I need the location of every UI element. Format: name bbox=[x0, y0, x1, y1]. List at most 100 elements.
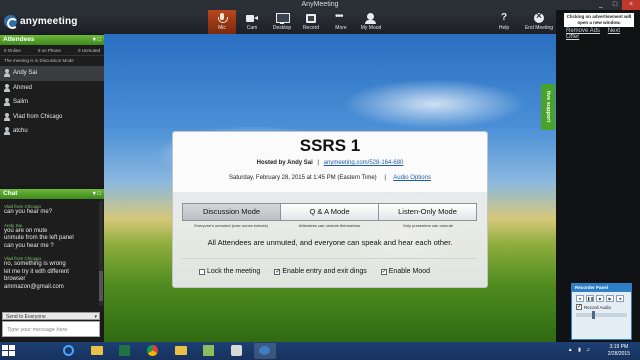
chat-panel-controls[interactable]: ▾ □ bbox=[93, 189, 101, 199]
recorder-panel: Recorder Panel ● ❚❚ ■ ▶ ◄ ✓ Record Audio bbox=[571, 283, 632, 340]
person-icon bbox=[4, 112, 10, 121]
chat-header: Chat ▾ □ bbox=[0, 189, 104, 199]
phone-count: 0 on Phone bbox=[37, 48, 61, 53]
my-mood-button[interactable]: My Mood bbox=[357, 10, 385, 34]
entry-exit-dings-checkbox[interactable]: ✓ bbox=[274, 268, 280, 275]
qa-mode-button[interactable]: Q & A Mode bbox=[281, 204, 379, 220]
mic-button[interactable]: Mic bbox=[208, 10, 236, 34]
taskbar-clock[interactable]: 3:19 PM 2/28/2015 bbox=[608, 344, 630, 357]
rewind-button[interactable]: ◄ bbox=[616, 295, 624, 302]
camera-icon bbox=[246, 13, 258, 24]
desktop-button[interactable]: Desktop bbox=[268, 10, 296, 34]
logo-text: anymeeting bbox=[20, 16, 78, 27]
volume-slider[interactable] bbox=[576, 311, 627, 319]
chat-input[interactable]: Type your message here bbox=[2, 321, 100, 337]
chat-line: no, something is wrong bbox=[4, 261, 66, 267]
chrome-icon[interactable] bbox=[142, 343, 164, 359]
session-card: SSRS 1 Hosted by Andy Sai | anymeeting.c… bbox=[172, 131, 488, 288]
mode-description: Only presenters can unmute bbox=[402, 223, 453, 228]
anymeeting-icon[interactable] bbox=[254, 343, 276, 359]
person-icon bbox=[4, 98, 10, 107]
send-to-select[interactable]: Send to Everyone bbox=[2, 312, 100, 321]
session-date: Saturday, February 28, 2015 at 1:45 PM (… bbox=[229, 175, 377, 181]
attendee-counts: 0 Online 0 on Phone 0 Unmuted bbox=[0, 45, 104, 56]
chat-line: let me try it with different bbox=[4, 268, 69, 275]
paint-icon[interactable] bbox=[226, 343, 248, 359]
meeting-link[interactable]: anymeeting.com/528-164-680 bbox=[324, 160, 404, 166]
end-meeting-button[interactable]: End Meeting bbox=[524, 10, 554, 34]
maximize-button[interactable]: □ bbox=[608, 0, 622, 10]
anymeeting-logo-icon bbox=[4, 15, 18, 29]
window-controls: _ □ × bbox=[594, 0, 640, 10]
chat-title: Chat bbox=[3, 190, 18, 197]
lock-meeting-option[interactable]: Lock the meeting bbox=[199, 268, 260, 275]
attendee-item[interactable]: Andy Sai bbox=[0, 66, 104, 81]
folder-icon[interactable] bbox=[86, 343, 108, 359]
listen-only-mode-button[interactable]: Listen-Only Mode bbox=[379, 204, 476, 220]
end-meeting-label: End Meeting bbox=[524, 25, 554, 31]
attendee-name: Andy Sai bbox=[13, 70, 38, 77]
record-dot-button[interactable]: ● bbox=[576, 295, 584, 302]
minimize-button[interactable]: _ bbox=[594, 0, 608, 10]
clock-date: 2/28/2015 bbox=[607, 350, 630, 357]
enable-mood-checkbox[interactable]: ✓ bbox=[380, 268, 387, 275]
ad-links: Remove Ads Next Offer bbox=[566, 28, 640, 40]
lock-meeting-checkbox[interactable] bbox=[199, 268, 205, 275]
ad-notice: Clicking on advertisement will open a ne… bbox=[564, 13, 634, 27]
attendee-item[interactable]: Salim bbox=[0, 95, 104, 110]
mode-selector: Discussion Mode Q & A Mode Listen-Only M… bbox=[182, 203, 477, 221]
meeting-options: Lock the meeting ✓ Enable entry and exit… bbox=[199, 268, 479, 275]
attendee-name: atchu bbox=[13, 128, 28, 135]
unmuted-count: 0 Unmuted bbox=[77, 48, 100, 53]
record-icon bbox=[305, 13, 317, 24]
recorder-title: Recorder Panel bbox=[572, 284, 631, 292]
entry-exit-dings-option[interactable]: ✓ Enable entry and exit dings bbox=[274, 268, 367, 275]
date-line: Saturday, February 28, 2015 at 1:45 PM (… bbox=[173, 175, 487, 181]
taskbar: ▲ ▮ ♫ 3:19 PM 2/28/2015 bbox=[0, 342, 640, 360]
stop-button[interactable]: ■ bbox=[596, 295, 604, 302]
window-title: AnyMeeting bbox=[301, 1, 339, 8]
mic-label: Mic bbox=[218, 25, 226, 31]
separator: | bbox=[384, 175, 386, 181]
live-support-tab[interactable]: live support bbox=[541, 84, 555, 130]
ie-icon[interactable] bbox=[58, 343, 80, 359]
attendee-name: Ahmed bbox=[13, 84, 33, 91]
lock-meeting-label: Lock the meeting bbox=[207, 268, 261, 275]
excel-icon[interactable] bbox=[114, 343, 136, 359]
recorder-controls: ● ❚❚ ■ ▶ ◄ bbox=[572, 292, 631, 303]
folder-icon[interactable] bbox=[170, 343, 192, 359]
session-title: SSRS 1 bbox=[299, 136, 361, 155]
chat-line: can you hear me ? bbox=[4, 242, 54, 249]
close-button[interactable]: × bbox=[622, 0, 640, 10]
record-button[interactable]: Record bbox=[297, 10, 325, 34]
session-info: SSRS 1 Hosted by Andy Sai | anymeeting.c… bbox=[173, 132, 487, 192]
more-button[interactable]: More bbox=[327, 10, 355, 34]
start-icon[interactable] bbox=[2, 345, 16, 357]
chat-line: browser bbox=[4, 276, 26, 282]
microphone-icon bbox=[216, 13, 228, 24]
attendee-item[interactable]: Vlad from Chicago bbox=[0, 110, 104, 125]
attendees-panel-controls[interactable]: ▾ □ bbox=[93, 35, 101, 45]
chat-messages: Vlad from Chicago can you hear me? Andy … bbox=[0, 199, 104, 312]
help-button[interactable]: Help bbox=[490, 10, 518, 34]
chat-line: ammazon@gmail.com bbox=[4, 283, 64, 290]
app-window: AnyMeeting _ □ × anymeeting Mic Cam Desk… bbox=[0, 0, 640, 360]
title-bar: AnyMeeting _ □ × bbox=[0, 0, 640, 10]
attendee-item[interactable]: Ahmed bbox=[0, 81, 104, 96]
cam-button[interactable]: Cam bbox=[238, 10, 266, 34]
audio-options-link[interactable]: Audio Options bbox=[393, 175, 431, 181]
cam-label: Cam bbox=[246, 25, 258, 31]
pause-button[interactable]: ❚❚ bbox=[586, 295, 594, 302]
attendees-title: Attendees bbox=[3, 36, 35, 43]
record-audio-option[interactable]: ✓ Record Audio bbox=[572, 303, 631, 311]
discussion-mode-button[interactable]: Discussion Mode bbox=[183, 204, 281, 220]
record-audio-checkbox[interactable]: ✓ bbox=[576, 304, 582, 310]
attendee-item[interactable]: atchu bbox=[0, 124, 104, 139]
host-name: Hosted by Andy Sai bbox=[256, 160, 313, 166]
play-button[interactable]: ▶ bbox=[606, 295, 614, 302]
record-audio-label: Record Audio bbox=[584, 304, 612, 310]
system-tray[interactable]: ▲ ▮ ♫ bbox=[568, 347, 592, 353]
enable-mood-option[interactable]: ✓ Enable Mood bbox=[380, 268, 430, 275]
chat-scrollbar[interactable] bbox=[99, 201, 103, 306]
photos-icon[interactable] bbox=[198, 343, 220, 359]
